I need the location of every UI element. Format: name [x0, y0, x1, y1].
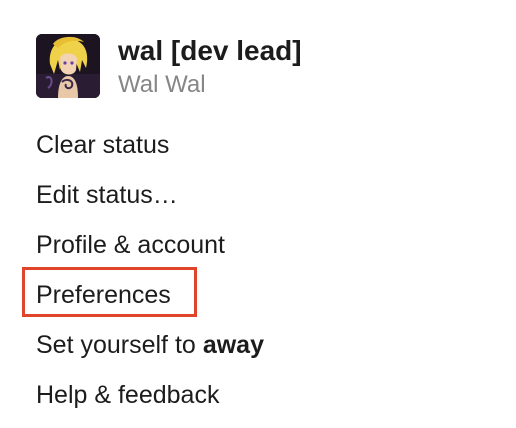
clear-status-menu-item[interactable]: Clear status: [0, 120, 516, 170]
real-name: Wal Wal: [118, 71, 206, 98]
user-menu: wal [dev lead] Wal Wal Clear status Edit…: [0, 0, 516, 428]
anime-character-avatar-icon: [36, 34, 100, 98]
profile-names: wal [dev lead] Wal Wal: [118, 37, 302, 97]
menu-item-label: Clear status: [36, 130, 170, 159]
display-name: wal [dev lead]: [118, 35, 302, 66]
away-label: away: [202, 330, 264, 359]
preferences-menu-item[interactable]: Preferences: [0, 270, 516, 320]
help-feedback-menu-item[interactable]: Help & feedback: [0, 370, 516, 420]
menu-item-label: Profile & account: [36, 230, 225, 259]
menu-items: Clear status Edit status… Profile & acco…: [0, 120, 516, 420]
edit-status-menu-item[interactable]: Edit status…: [0, 170, 516, 220]
profile-account-menu-item[interactable]: Profile & account: [0, 220, 516, 270]
menu-item-label: Preferences: [36, 280, 171, 309]
menu-item-label: Edit status…: [36, 180, 178, 209]
avatar: [36, 34, 100, 98]
profile-header[interactable]: wal [dev lead] Wal Wal: [36, 34, 302, 98]
menu-item-label: Help & feedback: [36, 380, 220, 409]
set-away-menu-item[interactable]: Set yourself to away: [0, 320, 516, 370]
menu-item-label: Set yourself to: [36, 330, 196, 359]
